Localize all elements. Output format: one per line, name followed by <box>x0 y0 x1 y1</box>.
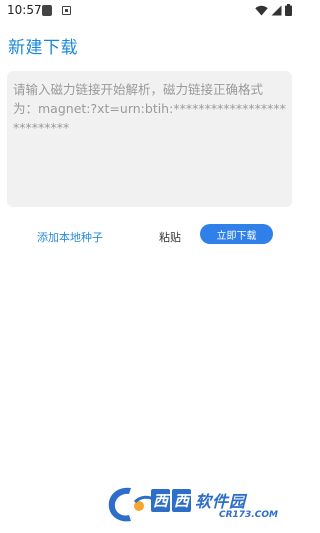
magnet-input-container <box>7 71 292 207</box>
watermark-brand: 西 西 软件园 <box>151 488 246 512</box>
signal-icon <box>271 5 282 15</box>
status-time: 10:57 <box>7 3 42 17</box>
watermark: 西 西 软件园 CR173.COM <box>103 482 293 526</box>
wifi-icon <box>255 5 268 15</box>
paste-button[interactable]: 粘贴 <box>159 229 181 245</box>
magnet-link-input[interactable] <box>7 71 292 207</box>
status-icons <box>255 4 292 16</box>
status-bar: 10:57 <box>0 0 300 22</box>
page-title: 新建下载 <box>8 38 78 58</box>
watermark-name: 软件园 <box>195 492 247 511</box>
a-icon <box>62 6 71 15</box>
watermark-chip: 西 <box>172 488 192 512</box>
watermark-chip: 西 <box>151 488 171 512</box>
download-now-button[interactable]: 立即下载 <box>200 224 273 244</box>
battery-icon <box>285 4 292 16</box>
add-local-seed-link[interactable]: 添加本地种子 <box>37 229 103 245</box>
watermark-url: CR173.COM <box>219 510 278 520</box>
notification-square-icon <box>42 5 52 16</box>
watermark-logo-icon <box>108 487 156 522</box>
